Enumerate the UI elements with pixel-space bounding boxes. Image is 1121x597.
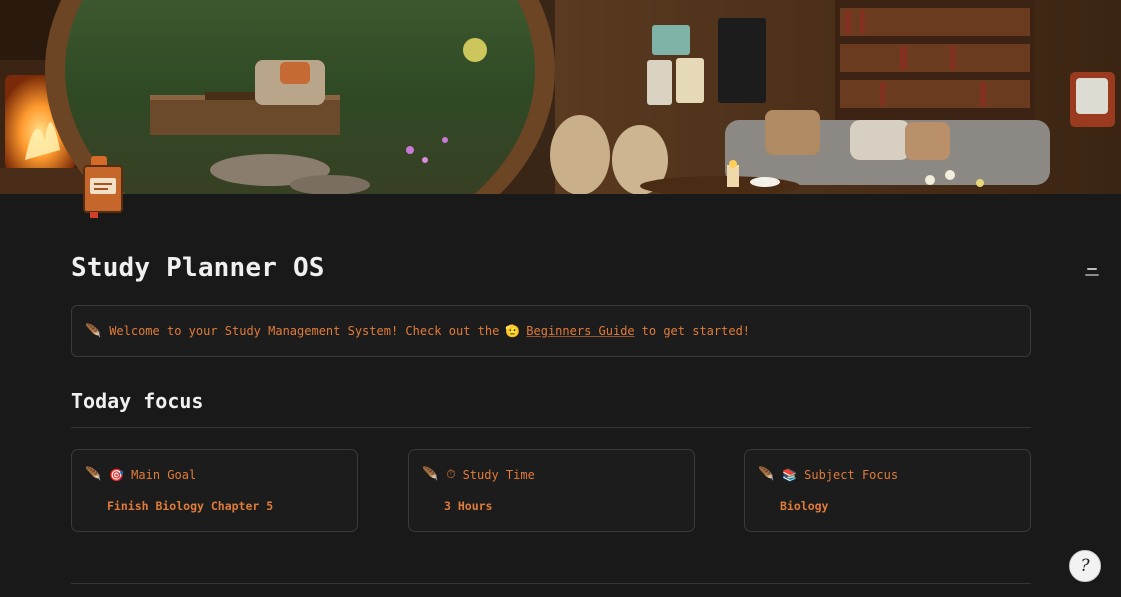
feather-icon: 🪶 bbox=[422, 467, 439, 482]
cover-image bbox=[0, 0, 1121, 194]
notebook-icon[interactable] bbox=[82, 156, 124, 218]
focus-card-subject[interactable]: 🪶 📚 Subject Focus Biology bbox=[744, 449, 1031, 532]
feather-icon: 🪶 bbox=[85, 467, 102, 482]
callout-text: Welcome to your Study Management System!… bbox=[109, 324, 500, 338]
card-value: Finish Biology Chapter 5 bbox=[107, 499, 274, 513]
stopwatch-icon: ⏱ bbox=[446, 467, 456, 481]
section-heading-today-focus: Today focus bbox=[71, 389, 204, 413]
feather-icon: 🪶 bbox=[758, 467, 775, 482]
card-value: 3 Hours bbox=[444, 499, 493, 513]
card-label: Study Time bbox=[462, 467, 535, 482]
bottom-divider bbox=[71, 583, 1031, 584]
section-divider bbox=[71, 427, 1031, 428]
salute-face-icon: 🫡 bbox=[505, 324, 521, 338]
beginners-guide-link[interactable]: Beginners Guide bbox=[526, 324, 634, 338]
card-value: Biology bbox=[780, 499, 829, 513]
callout-text-end: to get started! bbox=[641, 324, 751, 338]
page-title: Study Planner OS bbox=[71, 253, 325, 283]
focus-card-study-time[interactable]: 🪶 ⏱ Study Time 3 Hours bbox=[408, 449, 695, 532]
welcome-callout: 🪶 Welcome to your Study Management Syste… bbox=[71, 305, 1031, 357]
card-label: Main Goal bbox=[131, 467, 197, 482]
target-icon: 🎯 bbox=[109, 467, 125, 482]
books-icon: 📚 bbox=[782, 467, 798, 482]
table-of-contents-icon[interactable] bbox=[1085, 268, 1099, 282]
card-label: Subject Focus bbox=[804, 467, 899, 482]
feather-icon: 🪶 bbox=[85, 323, 102, 339]
focus-card-main-goal[interactable]: 🪶 🎯 Main Goal Finish Biology Chapter 5 bbox=[71, 449, 358, 532]
help-button[interactable]: ? bbox=[1069, 550, 1101, 582]
